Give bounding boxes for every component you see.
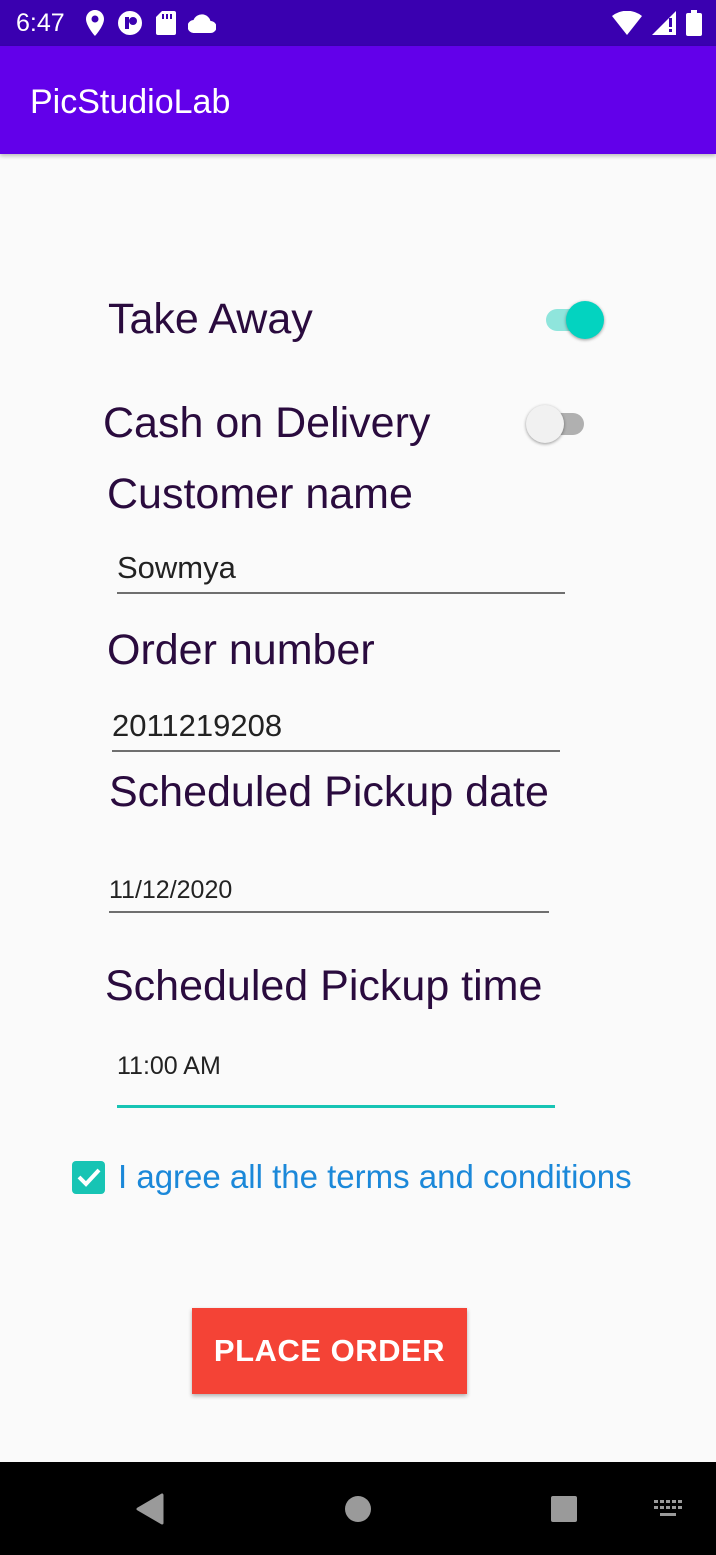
battery-icon bbox=[686, 10, 702, 41]
home-button[interactable] bbox=[318, 1462, 398, 1555]
status-bar: 6:47 bbox=[0, 0, 716, 46]
keyboard-icon bbox=[654, 1499, 682, 1516]
terms-checkbox[interactable] bbox=[72, 1160, 105, 1194]
wifi-icon bbox=[612, 10, 642, 40]
terms-label[interactable]: I agree all the terms and conditions bbox=[118, 1158, 632, 1196]
signal-icon bbox=[652, 11, 676, 40]
order-number-value: 2011219208 bbox=[112, 708, 283, 743]
app-title: PicStudioLab bbox=[30, 83, 231, 121]
navigation-bar bbox=[0, 1462, 716, 1555]
place-order-button[interactable]: PLACE ORDER bbox=[192, 1308, 467, 1394]
order-number-label: Order number bbox=[107, 626, 375, 674]
cash-on-delivery-switch[interactable] bbox=[526, 404, 588, 444]
customer-name-value: Sowmya bbox=[117, 550, 236, 585]
check-icon bbox=[77, 1168, 100, 1187]
sd-card-icon bbox=[156, 11, 176, 40]
pickup-date-value: 11/12/2020 bbox=[109, 876, 233, 904]
take-away-label: Take Away bbox=[108, 295, 313, 343]
pickup-date-label: Scheduled Pickup date bbox=[109, 768, 549, 816]
customer-name-label: Customer name bbox=[107, 470, 413, 518]
cash-on-delivery-label: Cash on Delivery bbox=[103, 399, 431, 447]
switch-thumb bbox=[526, 405, 564, 443]
cloud-icon bbox=[187, 13, 217, 38]
recents-button[interactable] bbox=[524, 1462, 604, 1555]
take-away-switch[interactable] bbox=[542, 300, 604, 340]
status-system-icons bbox=[612, 10, 702, 41]
home-icon bbox=[345, 1495, 371, 1522]
order-number-field[interactable]: 2011219208 bbox=[112, 698, 560, 752]
pickup-date-field[interactable]: 11/12/2020 bbox=[109, 860, 549, 913]
app-bar: PicStudioLab bbox=[0, 46, 716, 154]
location-icon bbox=[86, 10, 104, 41]
status-notifications bbox=[86, 10, 217, 41]
pickup-time-value: 11:00 AM bbox=[117, 1052, 221, 1080]
customer-name-field[interactable]: Sowmya bbox=[117, 540, 565, 594]
pickup-time-label: Scheduled Pickup time bbox=[105, 962, 543, 1010]
app-notification-icon bbox=[116, 10, 144, 41]
back-button[interactable] bbox=[110, 1462, 190, 1555]
keyboard-button[interactable] bbox=[638, 1462, 698, 1555]
switch-thumb bbox=[566, 301, 604, 339]
status-time: 6:47 bbox=[16, 9, 65, 37]
pickup-time-field[interactable]: 11:00 AM bbox=[117, 1048, 555, 1108]
recents-icon bbox=[551, 1495, 577, 1522]
back-icon bbox=[136, 1493, 164, 1524]
terms-row[interactable]: I agree all the terms and conditions bbox=[72, 1158, 632, 1196]
